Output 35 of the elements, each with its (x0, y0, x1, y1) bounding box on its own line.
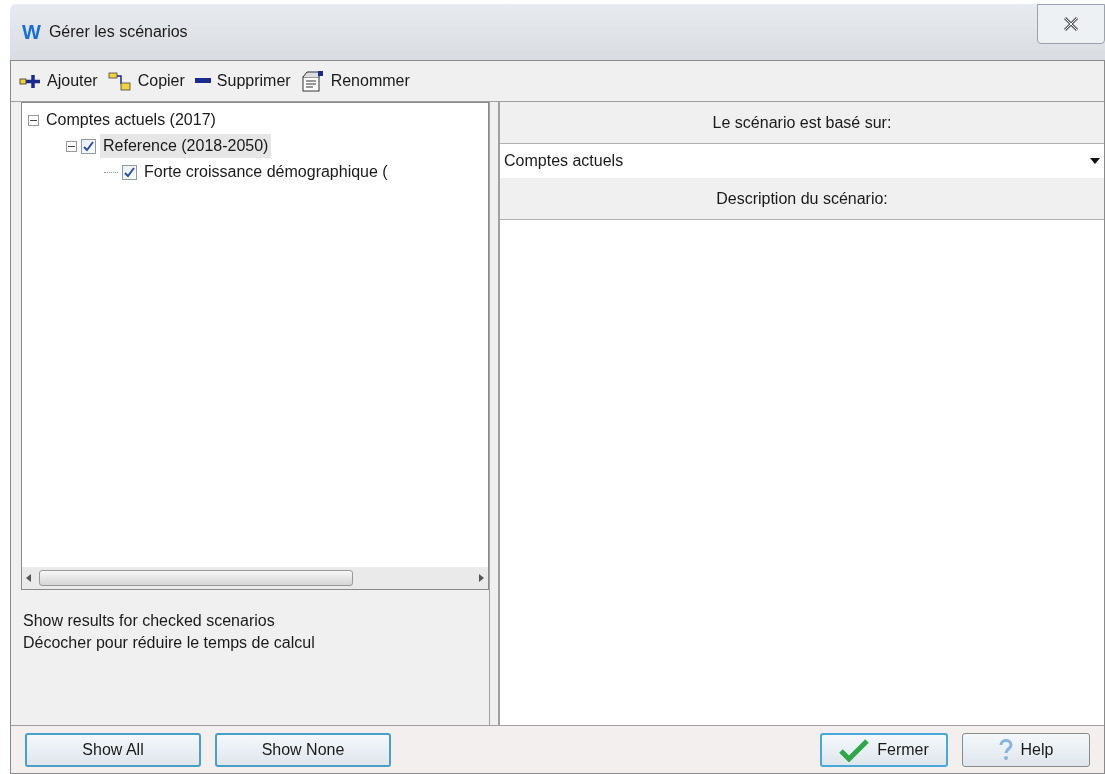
toolbar-button[interactable]: Copier (107, 69, 185, 93)
properties-icon (300, 70, 325, 92)
based-on-dropdown[interactable]: Comptes actuels (500, 144, 1104, 178)
hint-text: Show results for checked scenarios (23, 611, 276, 631)
tree-item[interactable]: Forte croissance démographique ( (141, 160, 391, 184)
checkbox[interactable] (122, 164, 137, 180)
app-logo: W (22, 22, 41, 42)
plus-icon (19, 74, 41, 88)
close-button[interactable] (1037, 4, 1105, 44)
help-button[interactable]: Help (962, 732, 1090, 767)
question-mark-icon (998, 738, 1013, 761)
minus-icon (194, 78, 211, 84)
checkbox[interactable] (81, 138, 96, 154)
tree-item[interactable]: Reference (2018-2050) (100, 134, 272, 158)
show-button[interactable]: Show None (215, 732, 391, 767)
scrollbar-thumb[interactable] (39, 570, 353, 586)
horizontal-scrollbar[interactable] (22, 567, 488, 589)
hint-text: Décocher pour réduire le temps de calcul (23, 633, 316, 653)
checkmark-icon (839, 737, 870, 762)
copy-icon (107, 71, 132, 91)
show-button[interactable]: Show All (25, 732, 201, 767)
caret-icon (1090, 158, 1100, 164)
splitter-bar[interactable] (489, 102, 499, 725)
collapse-icon[interactable] (66, 140, 77, 152)
close-dialog-button[interactable]: Fermer (820, 732, 948, 767)
toolbar-button[interactable]: Supprimer (194, 69, 291, 93)
scroll-right-icon (479, 574, 484, 582)
collapse-icon[interactable] (28, 114, 39, 126)
toolbar-button[interactable]: Ajouter (19, 69, 98, 93)
scroll-left-icon (26, 574, 31, 582)
close-icon (1063, 17, 1079, 31)
description-field[interactable] (500, 220, 1104, 725)
window-title: Gérer les scénarios (48, 22, 188, 42)
tree-item[interactable]: Comptes actuels (2017) (43, 108, 219, 132)
toolbar-button[interactable]: Renommer (300, 69, 410, 93)
